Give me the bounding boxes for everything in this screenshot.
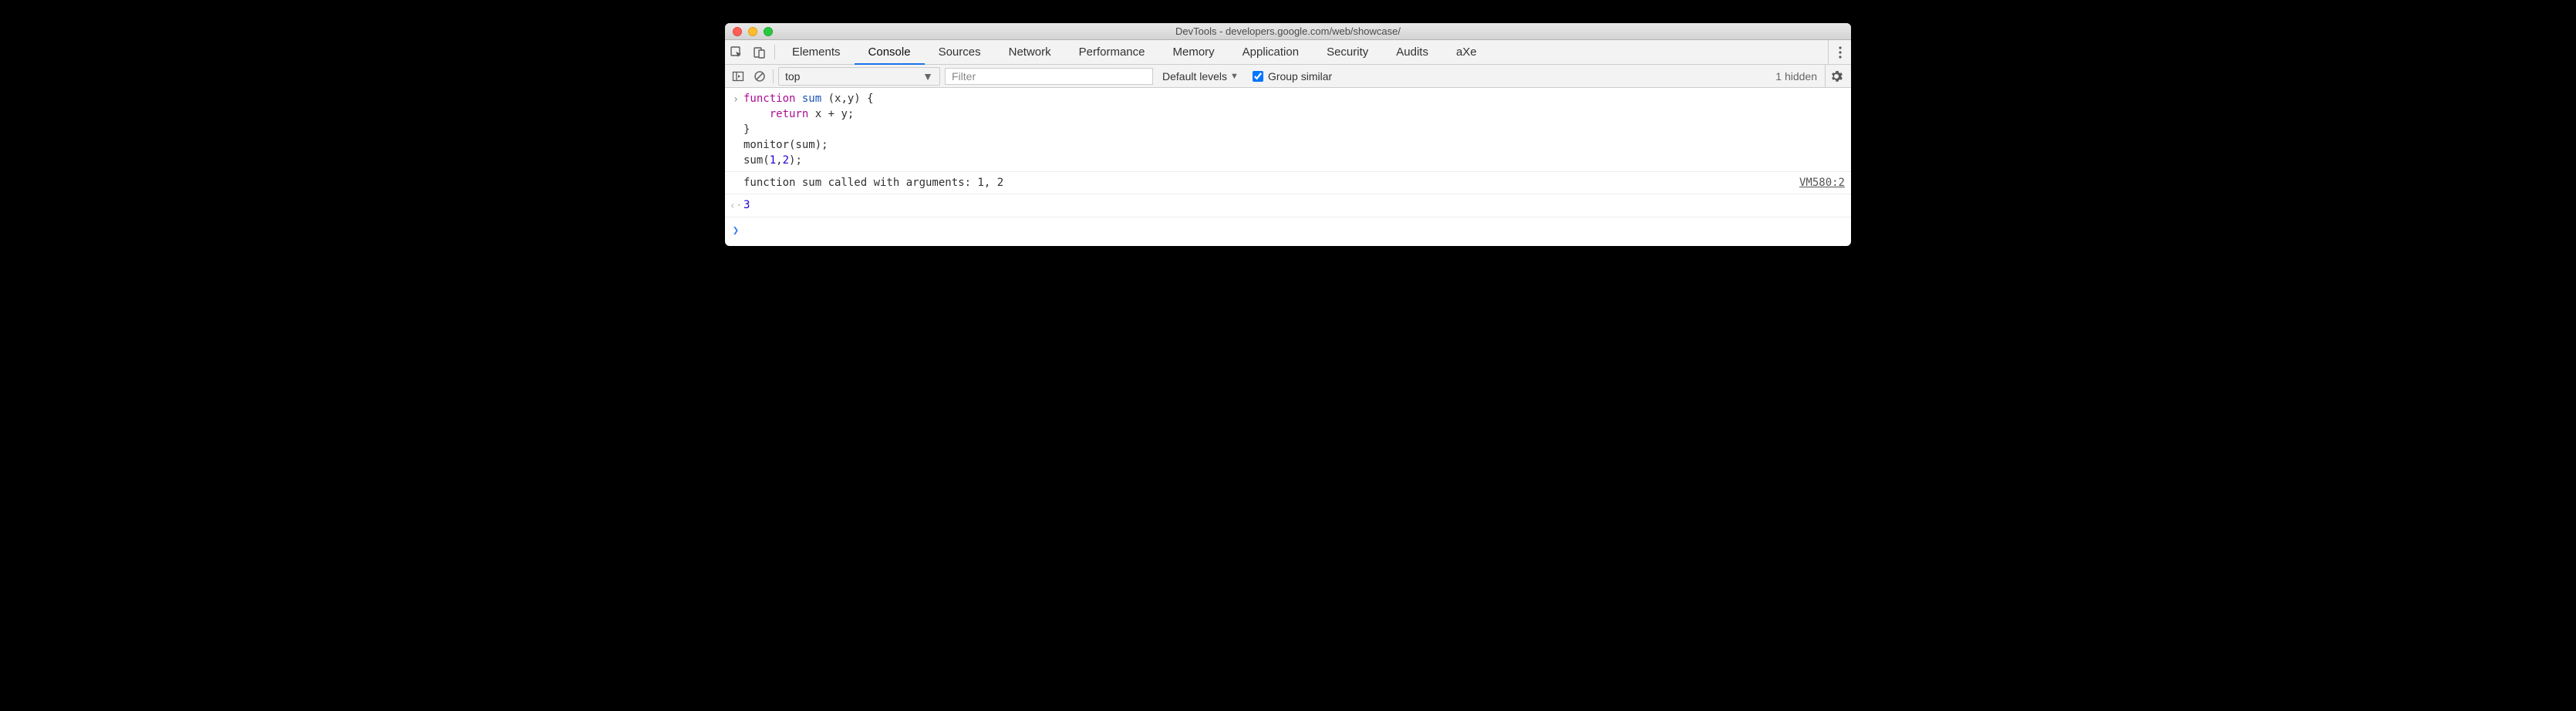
console-body: › function sum (x,y) { return x + y; } m… bbox=[725, 88, 1851, 246]
dropdown-icon: ▼ bbox=[1230, 72, 1239, 81]
console-result-row: ‹· 3 bbox=[725, 194, 1851, 217]
inspect-element-icon[interactable] bbox=[725, 40, 748, 64]
device-toolbar-icon[interactable] bbox=[748, 40, 771, 64]
log-levels-select[interactable]: Default levels ▼ bbox=[1158, 70, 1243, 83]
window-minimize-button[interactable] bbox=[748, 27, 757, 36]
console-prompt-input[interactable] bbox=[743, 222, 1845, 238]
tab-console[interactable]: Console bbox=[855, 40, 925, 64]
group-similar-label: Group similar bbox=[1268, 70, 1332, 83]
tab-performance[interactable]: Performance bbox=[1065, 40, 1159, 64]
input-chevron-icon: › bbox=[728, 91, 743, 168]
tab-security[interactable]: Security bbox=[1313, 40, 1382, 64]
filter-input[interactable] bbox=[945, 68, 1153, 85]
console-log-message: function sum called with arguments: 1, 2 bbox=[743, 175, 1799, 190]
window-title: DevTools - developers.google.com/web/sho… bbox=[725, 25, 1851, 37]
traffic-lights bbox=[725, 27, 773, 36]
console-result-value: 3 bbox=[743, 197, 1845, 214]
console-input-row: › function sum (x,y) { return x + y; } m… bbox=[725, 88, 1851, 172]
panel-tabs: Elements Console Sources Network Perform… bbox=[778, 40, 1491, 64]
context-value: top bbox=[785, 70, 800, 83]
tab-sources[interactable]: Sources bbox=[925, 40, 995, 64]
clear-console-icon[interactable] bbox=[751, 68, 768, 85]
separator bbox=[774, 45, 775, 59]
console-prompt-row[interactable]: ❯ bbox=[725, 217, 1851, 246]
output-chevron-icon: ‹· bbox=[728, 197, 743, 214]
dropdown-icon: ▼ bbox=[922, 70, 933, 83]
hidden-messages-count[interactable]: 1 hidden bbox=[1775, 70, 1820, 83]
gutter-spacer bbox=[728, 175, 743, 190]
window-close-button[interactable] bbox=[733, 27, 742, 36]
group-similar-checkbox[interactable]: Group similar bbox=[1248, 70, 1332, 83]
tab-axe[interactable]: aXe bbox=[1442, 40, 1491, 64]
tab-application[interactable]: Application bbox=[1229, 40, 1313, 64]
levels-label: Default levels bbox=[1162, 70, 1227, 83]
prompt-chevron-icon: ❯ bbox=[728, 222, 743, 238]
tab-memory[interactable]: Memory bbox=[1159, 40, 1229, 64]
tab-audits[interactable]: Audits bbox=[1382, 40, 1442, 64]
console-settings-icon[interactable] bbox=[1825, 65, 1846, 87]
message-source-link[interactable]: VM580:2 bbox=[1799, 175, 1845, 190]
window-zoom-button[interactable] bbox=[764, 27, 773, 36]
console-toolbar: top ▼ Default levels ▼ Group similar 1 h… bbox=[725, 65, 1851, 88]
more-menu-icon[interactable] bbox=[1828, 40, 1851, 64]
console-log-row: function sum called with arguments: 1, 2… bbox=[725, 172, 1851, 194]
show-console-sidebar-icon[interactable] bbox=[730, 68, 747, 85]
execution-context-select[interactable]: top ▼ bbox=[778, 67, 940, 86]
devtools-window: DevTools - developers.google.com/web/sho… bbox=[725, 23, 1851, 246]
console-input-code: function sum (x,y) { return x + y; } mon… bbox=[743, 91, 1845, 168]
panel-tabbar: Elements Console Sources Network Perform… bbox=[725, 40, 1851, 65]
separator bbox=[773, 69, 774, 83]
titlebar: DevTools - developers.google.com/web/sho… bbox=[725, 23, 1851, 40]
group-similar-input[interactable] bbox=[1253, 71, 1263, 82]
tab-network[interactable]: Network bbox=[995, 40, 1065, 64]
tab-elements[interactable]: Elements bbox=[778, 40, 855, 64]
